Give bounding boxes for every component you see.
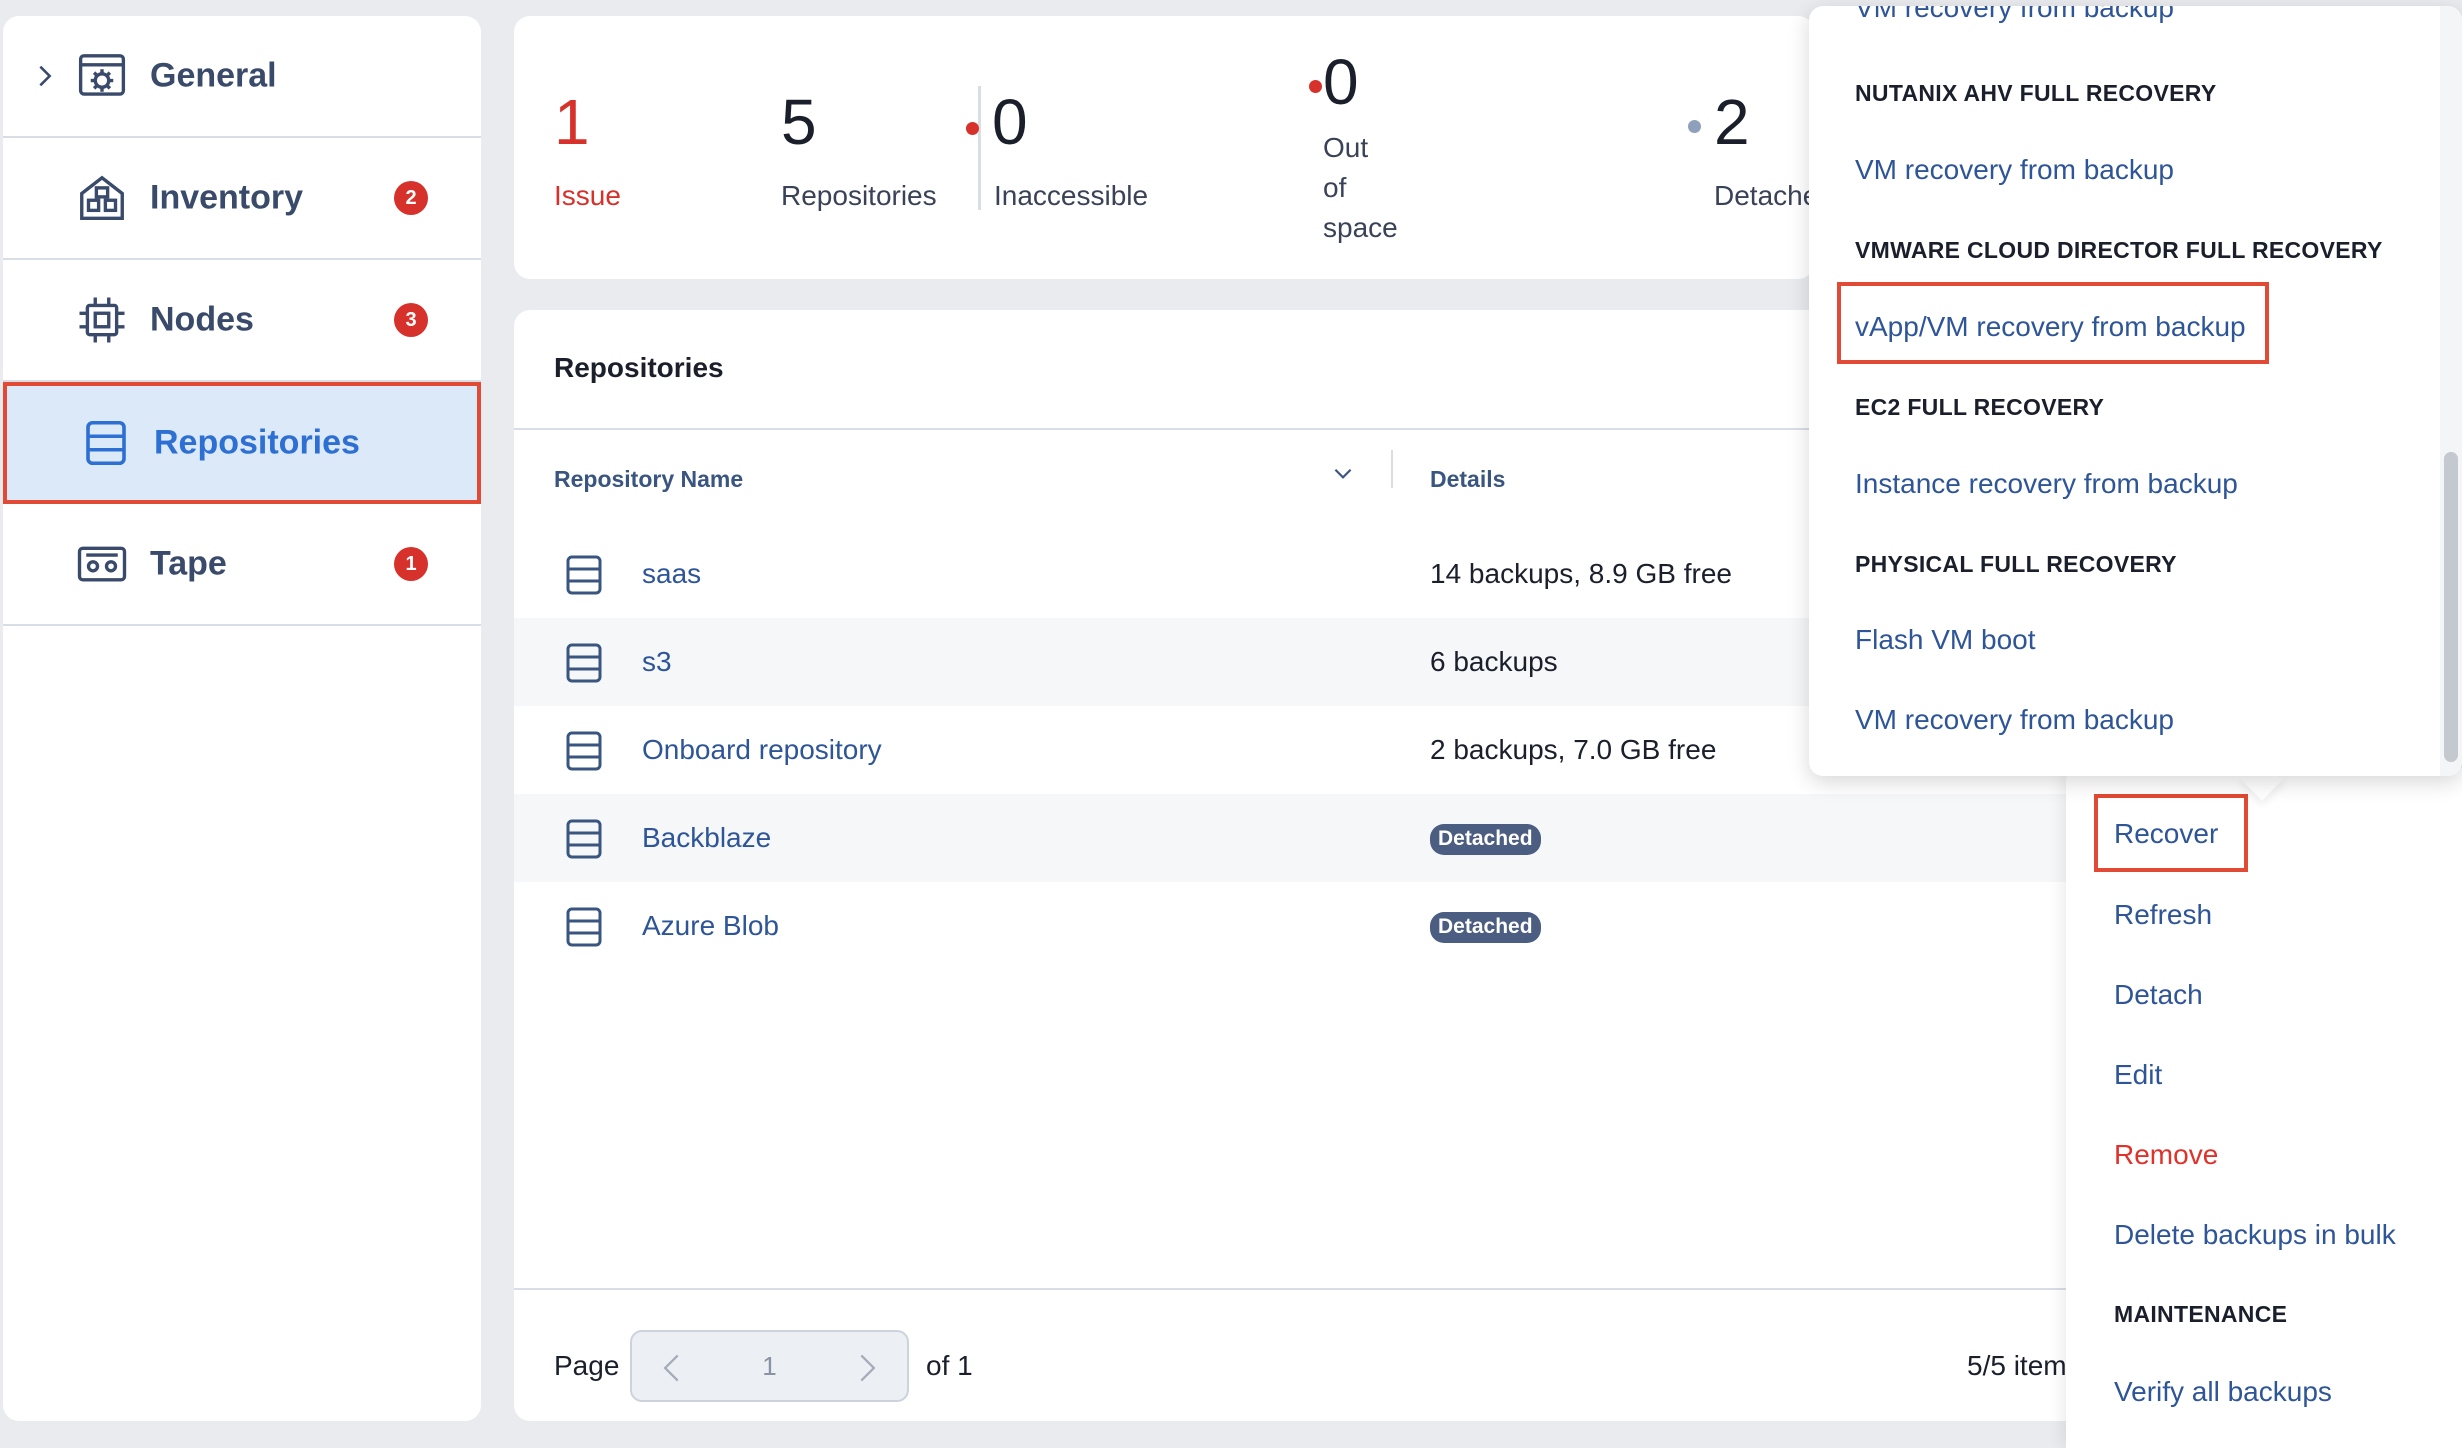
stat-repositories[interactable]: 5 Repositories [781,90,937,216]
page-input[interactable]: 1 [630,1330,909,1402]
repository-name-link[interactable]: s3 [642,646,672,678]
stat-label: Repositories [781,180,937,211]
section-heading-ec2: EC2 FULL RECOVERY [1855,394,2105,420]
settings-window-icon [78,54,126,96]
stat-label-line: of [1323,172,1347,203]
repository-name-link[interactable]: Backblaze [642,822,771,854]
sidebar-item-tape[interactable]: Tape 1 [3,504,481,626]
sidebar-item-label: Repositories [154,423,360,462]
flash-vm-boot-menu-item[interactable]: Flash VM boot [1855,624,2036,656]
repository-name-link[interactable]: saas [642,558,701,590]
edit-menu-item[interactable]: Edit [2114,1059,2162,1091]
status-dot [966,122,979,135]
database-icon [86,420,126,466]
sidebar-item-label: Nodes [150,300,254,339]
stat-value: 2 [1714,86,1750,158]
stat-label: Detache [1714,180,1814,211]
stat-value: 5 [781,86,817,158]
nodes-count-badge: 3 [394,303,428,337]
section-heading-vmware-cloud-director: VMWARE CLOUD DIRECTOR FULL RECOVERY [1855,237,2383,263]
stat-value: 0 [1323,46,1359,118]
stat-value: 1 [554,86,590,158]
items-count: 5/5 item [1967,1350,2067,1381]
stat-issues[interactable]: 1 Issue [554,90,621,216]
scrollbar-thumb[interactable] [2444,452,2458,762]
section-heading-nutanix: NUTANIX AHV FULL RECOVERY [1855,80,2217,106]
stats-panel: 1 Issue 5 Repositories 0 Inaccessible 0 … [514,16,1814,279]
panel-title: Repositories [554,352,724,383]
physical-vm-recovery-menu-item[interactable]: VM recovery from backup [1855,704,2174,736]
sidebar-item-label: General [150,56,277,95]
stat-out-of-space[interactable]: 0 Out of space [1309,50,1398,248]
stat-detached[interactable]: 2 Detache [1688,86,1814,216]
verify-all-backups-menu-item[interactable]: Verify all backups [2114,1376,2332,1408]
status-dot [1688,120,1701,133]
sidebar-item-nodes[interactable]: Nodes 3 [3,260,481,382]
chip-icon [79,297,125,343]
sidebar-item-general[interactable]: General [3,16,481,138]
repository-name-link[interactable]: Azure Blob [642,910,779,942]
database-icon [566,731,602,771]
scrollbar[interactable] [2440,6,2462,776]
column-header-repository-name[interactable]: Repository Name [554,466,743,493]
stat-inaccessible[interactable]: 0 Inaccessible [966,86,1149,216]
detach-menu-item[interactable]: Detach [2114,979,2203,1011]
vm-recovery-menu-item[interactable]: VM recovery from backup [1855,6,2174,24]
instance-recovery-menu-item[interactable]: Instance recovery from backup [1855,468,2238,500]
refresh-menu-item[interactable]: Refresh [2114,899,2212,931]
status-dot [1309,80,1322,93]
tape-count-badge: 1 [394,547,428,581]
sidebar-item-inventory[interactable]: Inventory 2 [3,138,481,260]
stat-label-line: space [1323,212,1398,243]
database-icon [566,907,602,947]
stat-label: Issue [554,180,621,211]
stat-label: Out of space [1323,128,1398,248]
repository-action-menu: Recover Refresh Detach Edit Remove Delet… [2066,768,2462,1448]
sidebar-item-label: Tape [150,544,227,583]
sidebar-item-repositories[interactable]: Repositories [3,382,481,504]
repository-details: 2 backups, 7.0 GB free [1430,734,1717,765]
chevron-right-icon[interactable] [31,62,59,90]
page-total: of 1 [926,1350,973,1381]
repository-name-link[interactable]: Onboard repository [642,734,882,766]
building-icon [80,175,124,220]
tape-icon [77,546,127,582]
stat-label: Inaccessible [994,180,1149,211]
chevron-down-icon[interactable] [1330,460,1356,486]
pagination: Page 1 of 1 5/5 item [514,1288,2094,1421]
sidebar-item-label: Inventory [150,178,304,217]
sidebar: General Inventory 2 Nodes 3 Repositories… [3,16,481,1421]
stat-label-line: Out [1323,132,1369,163]
nutanix-vm-recovery-menu-item[interactable]: VM recovery from backup [1855,154,2174,186]
table-row[interactable]: Backblaze Detached [514,794,2094,882]
recovery-options-popup: VM recovery from backup NUTANIX AHV FULL… [1809,6,2462,776]
detached-badge: Detached [1430,912,1541,943]
repository-details: 14 backups, 8.9 GB free [1430,558,1732,589]
inventory-count-badge: 2 [394,181,428,215]
vapp-vm-recovery-menu-item[interactable]: vApp/VM recovery from backup [1855,311,2246,343]
database-icon [566,555,602,595]
stat-value: 0 [992,86,1028,158]
table-row[interactable]: Azure Blob Detached [514,882,2094,970]
maintenance-section-heading: MAINTENANCE [2114,1301,2288,1327]
database-icon [566,643,602,683]
database-icon [566,819,602,859]
delete-backups-bulk-menu-item[interactable]: Delete backups in bulk [2114,1219,2396,1251]
recover-menu-item[interactable]: Recover [2114,818,2218,850]
remove-menu-item[interactable]: Remove [2114,1139,2218,1171]
section-heading-physical: PHYSICAL FULL RECOVERY [1855,551,2177,577]
column-header-details[interactable]: Details [1430,466,1505,493]
detached-badge: Detached [1430,824,1541,855]
chevron-right-icon[interactable] [853,1352,881,1384]
repository-details: 6 backups [1430,646,1558,677]
column-separator[interactable] [1391,450,1393,488]
page-label: Page [554,1350,620,1381]
